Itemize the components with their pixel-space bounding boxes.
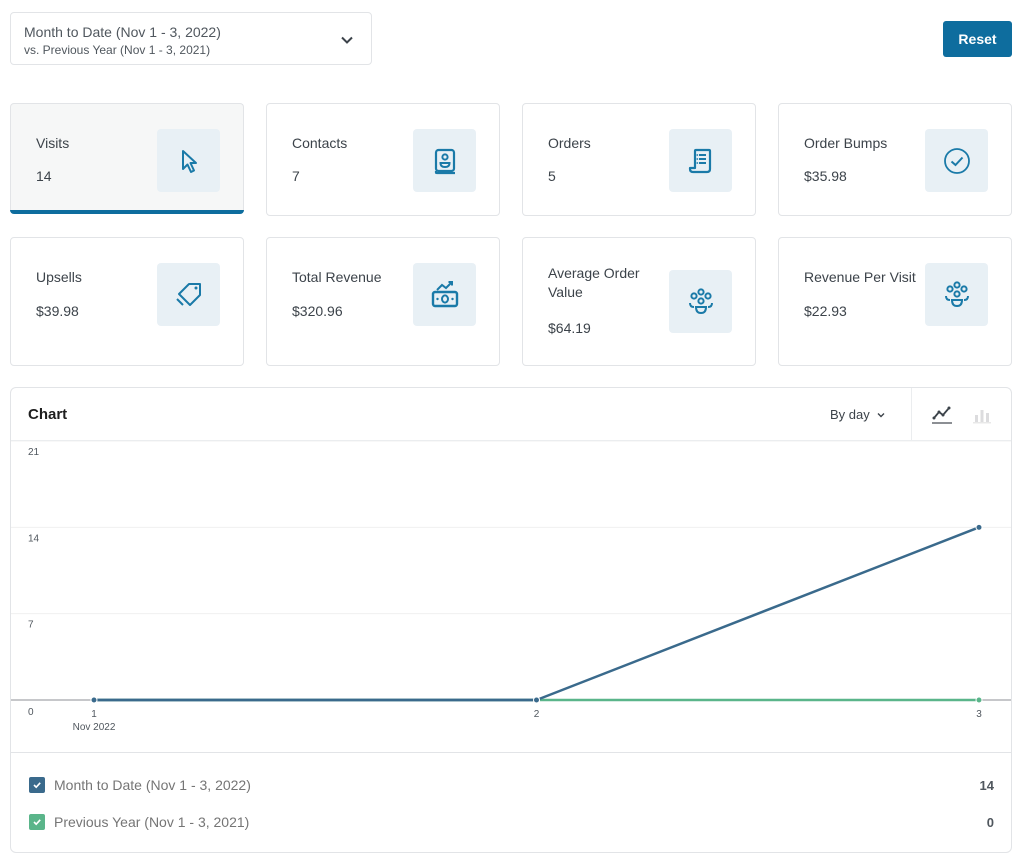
metric-value: 14 xyxy=(36,168,52,184)
metric-icon-box xyxy=(669,270,732,333)
metric-icon-box xyxy=(157,129,220,192)
y-tick-label: 21 xyxy=(28,447,40,458)
cursor-icon xyxy=(181,149,197,173)
legend-value-month-to-date: 14 xyxy=(979,778,994,793)
data-point-month-to-date xyxy=(533,696,540,704)
metric-label: Upsells xyxy=(36,269,82,285)
metric-icon-box xyxy=(413,263,476,326)
contact-book-icon xyxy=(434,148,455,174)
date-range-comparison: vs. Previous Year (Nov 1 - 3, 2021) xyxy=(24,43,211,57)
tags-icon xyxy=(175,282,201,306)
metric-label: Contacts xyxy=(292,135,348,151)
legend-label: Month to Date (Nov 1 - 3, 2022) xyxy=(54,777,251,793)
metric-label: Orders xyxy=(548,135,591,151)
metric-label: Visits xyxy=(36,135,70,151)
metric-value: $39.98 xyxy=(36,303,79,319)
chevron-down-icon xyxy=(341,36,353,44)
x-tick-label: 1 xyxy=(91,709,97,720)
y-tick-label: 7 xyxy=(28,620,34,631)
metric-value: 7 xyxy=(292,168,300,184)
x-tick-label: 2 xyxy=(534,709,540,720)
metric-value: $64.19 xyxy=(548,320,591,336)
people-group-icon xyxy=(944,280,969,307)
x-axis-sublabel: Nov 2022 xyxy=(73,722,116,733)
legend-label: Previous Year (Nov 1 - 3, 2021) xyxy=(54,814,250,830)
metric-icon-box xyxy=(669,129,732,192)
legend-item-previous-year[interactable]: Previous Year (Nov 1 - 3, 2021) xyxy=(29,812,249,832)
metric-card-upsells[interactable]: Upsells $39.98 xyxy=(10,237,244,366)
metric-value: $320.96 xyxy=(292,303,343,319)
check-icon xyxy=(33,782,41,789)
x-tick-label: 3 xyxy=(976,709,982,720)
metric-icon-box xyxy=(925,263,988,326)
chart-legend: Month to Date (Nov 1 - 3, 2022) 14 Previ… xyxy=(11,752,1011,852)
checkbox-checked[interactable] xyxy=(29,777,45,793)
chart-title: Chart xyxy=(28,406,68,423)
y-tick-label: 14 xyxy=(28,533,40,544)
reset-button[interactable]: Reset xyxy=(943,21,1012,57)
people-group-icon xyxy=(688,287,713,314)
metric-card-total-revenue[interactable]: Total Revenue $320.96 xyxy=(266,237,500,366)
metric-card-visits[interactable]: Visits 14 xyxy=(10,103,244,214)
line-chart-icon[interactable] xyxy=(930,402,954,426)
date-range-select[interactable]: Month to Date (Nov 1 - 3, 2022) vs. Prev… xyxy=(10,12,372,65)
metric-card-orders[interactable]: Orders 5 xyxy=(522,103,756,216)
metric-card-order-bumps[interactable]: Order Bumps $35.98 xyxy=(778,103,1012,216)
checkbox-checked[interactable] xyxy=(29,814,45,830)
metric-card-contacts[interactable]: Contacts 7 xyxy=(266,103,500,216)
metric-value: 5 xyxy=(548,168,556,184)
metric-label: Average Order Value xyxy=(548,265,640,300)
metric-label: Order Bumps xyxy=(804,135,888,151)
legend-item-month-to-date[interactable]: Month to Date (Nov 1 - 3, 2022) xyxy=(29,775,251,795)
date-range-primary: Month to Date (Nov 1 - 3, 2022) xyxy=(24,24,221,40)
interval-label: By day xyxy=(830,407,870,422)
y-tick-label: 0 xyxy=(28,707,34,718)
chart-type-toggle xyxy=(911,388,1011,441)
check-circle-icon xyxy=(943,147,970,174)
metric-icon-box xyxy=(413,129,476,192)
check-icon xyxy=(33,819,41,826)
metric-card-revenue-per-visit[interactable]: Revenue Per Visit $22.93 xyxy=(778,237,1012,366)
data-point-month-to-date xyxy=(90,696,98,704)
data-point-previous-year xyxy=(975,696,983,704)
metric-value: $22.93 xyxy=(804,303,847,319)
money-trend-icon xyxy=(431,280,458,307)
metric-card-average-order-value[interactable]: Average Order Value $64.19 xyxy=(522,237,756,366)
metric-icon-box xyxy=(157,263,220,326)
metric-label: Revenue Per Visit xyxy=(804,269,916,285)
line-chart: 0714211 2 3Nov 2022 xyxy=(11,441,1011,733)
chart-panel: Chart By day 0 7 14 21 1 2 3 Nov 2022 Mo… xyxy=(10,387,1012,853)
chart-header: Chart By day xyxy=(11,388,1011,441)
data-point-month-to-date xyxy=(975,523,983,531)
legend-value-previous-year: 0 xyxy=(986,815,994,830)
metric-value: $35.98 xyxy=(804,168,847,184)
chevron-down-icon xyxy=(877,412,885,417)
metric-icon-box xyxy=(925,129,988,192)
receipt-scroll-icon xyxy=(688,148,711,173)
interval-select[interactable]: By day xyxy=(830,407,886,422)
bar-chart-icon[interactable] xyxy=(970,402,994,426)
metric-label: Total Revenue xyxy=(292,269,382,285)
